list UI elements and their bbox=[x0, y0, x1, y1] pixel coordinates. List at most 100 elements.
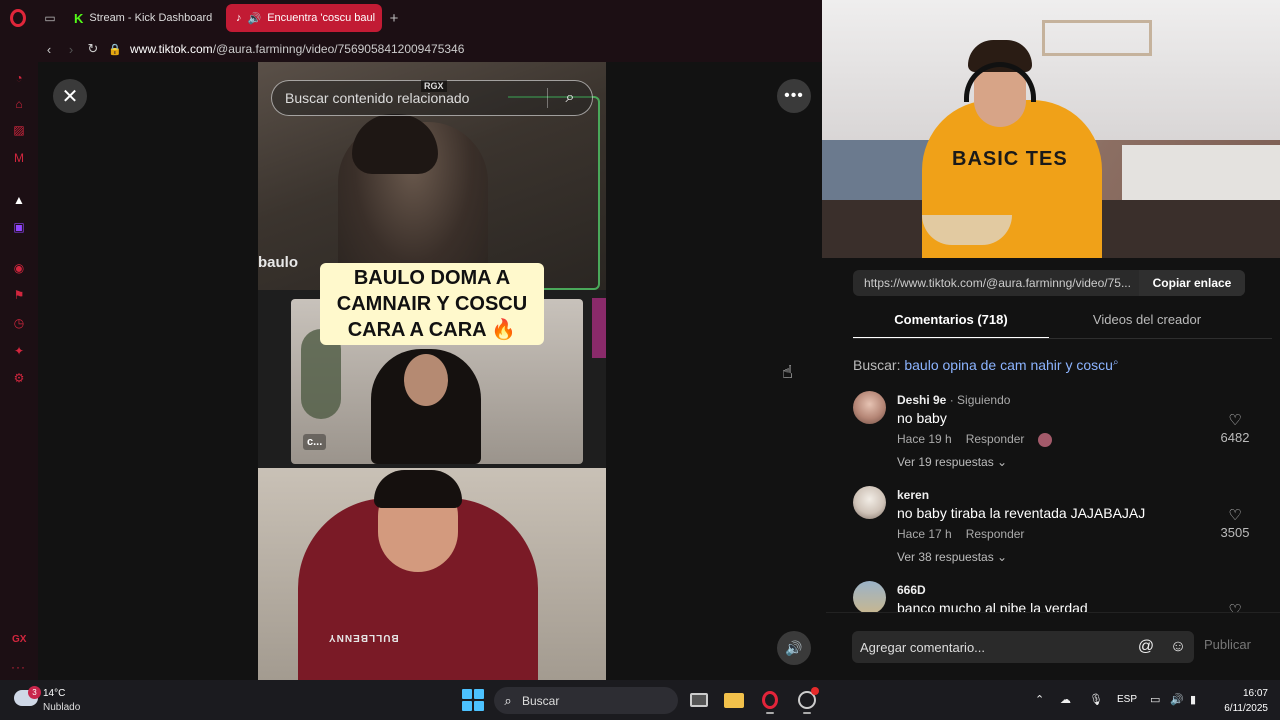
reload-icon[interactable]: ↻ bbox=[82, 41, 104, 57]
network-icon[interactable]: ▭ bbox=[1150, 693, 1160, 706]
heart-icon[interactable]: ♡ bbox=[1226, 506, 1244, 524]
comment-text: no baby tiraba la reventada JAJABAJAJ bbox=[897, 505, 1146, 521]
view-replies-link[interactable]: Ver 19 respuestas ⌄ bbox=[897, 455, 1007, 469]
aria-icon[interactable]: ▲ bbox=[11, 192, 27, 208]
browser-tab-bar: ▭ K Stream - Kick Dashboard ♪ 🔊 Encuentr… bbox=[0, 0, 822, 36]
tiktok-icon: ♪ bbox=[236, 12, 242, 24]
close-button[interactable]: ✕ bbox=[53, 79, 87, 113]
onedrive-icon[interactable]: ☁ bbox=[1060, 693, 1071, 706]
heart-icon[interactable]: ♡ bbox=[1226, 411, 1244, 429]
tab-creator-videos[interactable]: Videos del creador bbox=[1049, 312, 1245, 339]
tab-label: Stream - Kick Dashboard bbox=[89, 12, 213, 24]
like-count: 6482 bbox=[1220, 430, 1250, 445]
file-explorer-icon[interactable] bbox=[721, 688, 747, 712]
reply-link[interactable]: Responder bbox=[966, 527, 1025, 541]
copy-link-button[interactable]: Copiar enlace bbox=[1139, 270, 1245, 296]
bookmarks-icon[interactable]: ⚑ bbox=[11, 287, 27, 303]
related-search-input[interactable] bbox=[272, 90, 547, 106]
search-icon: ⌕ bbox=[504, 692, 512, 708]
webcam-overlay: BASIC TES bbox=[822, 0, 1280, 258]
windows-start-icon[interactable] bbox=[462, 689, 484, 711]
comment-meta: Hace 17 h Responder bbox=[897, 527, 1025, 541]
share-link-row: https://www.tiktok.com/@aura.farminng/vi… bbox=[853, 270, 1245, 296]
workspaces-icon[interactable]: ▭ bbox=[36, 0, 64, 36]
gx-label[interactable]: GX bbox=[12, 634, 26, 645]
hand-cursor-icon: ☝ bbox=[782, 362, 793, 382]
speaker-icon[interactable]: 🔊 bbox=[248, 12, 262, 25]
language-indicator[interactable]: ESP bbox=[1117, 694, 1137, 705]
heart-icon[interactable]: ♡ bbox=[1226, 601, 1244, 612]
tab-tiktok[interactable]: ♪ 🔊 Encuentra 'coscu baul bbox=[226, 4, 382, 32]
comment-meta: Hace 19 h Responder bbox=[897, 432, 1066, 447]
battery-icon[interactable]: ▮ bbox=[1190, 693, 1196, 706]
weather-badge: 3 bbox=[28, 686, 41, 699]
app-taskbar-icon[interactable] bbox=[794, 687, 820, 714]
comment-user[interactable]: keren bbox=[897, 488, 929, 502]
search-suggestion-query[interactable]: baulo opina de cam nahir y coscu bbox=[904, 357, 1113, 373]
taskbar-search[interactable]: ⌕ bbox=[494, 687, 678, 714]
history-icon[interactable]: ◷ bbox=[11, 315, 27, 331]
comment-input[interactable] bbox=[852, 639, 1130, 655]
new-tab-button[interactable]: + bbox=[382, 10, 406, 27]
video-caption: BAULO DOMA A CAMNAIR Y COSCU CARA A CARA… bbox=[320, 263, 544, 345]
extensions-icon[interactable]: ✦ bbox=[11, 343, 27, 359]
comment-input-box[interactable]: @ ☺ bbox=[852, 631, 1194, 663]
url-field[interactable]: www.tiktok.com/@aura.farminng/video/7569… bbox=[130, 42, 464, 56]
taskbar-search-input[interactable] bbox=[522, 693, 678, 708]
reply-link[interactable]: Responder bbox=[966, 432, 1025, 446]
tab-label: Encuentra 'coscu baul bbox=[267, 12, 376, 24]
gx-control-icon[interactable]: ⌂ bbox=[11, 96, 27, 112]
opera-menu-icon[interactable] bbox=[0, 0, 36, 36]
view-replies-link[interactable]: Ver 38 respuestas ⌄ bbox=[897, 550, 1007, 564]
like-count: 3505 bbox=[1220, 525, 1250, 540]
task-view-icon[interactable] bbox=[686, 688, 712, 712]
webcam-shirt-text: BASIC TES bbox=[952, 148, 1068, 170]
overlay-label-mid: c... bbox=[303, 434, 327, 450]
search-suggestion[interactable]: Buscar: baulo opina de cam nahir y coscu… bbox=[853, 357, 1119, 373]
share-link[interactable]: https://www.tiktok.com/@aura.farminng/vi… bbox=[853, 276, 1139, 290]
settings-icon[interactable]: ⚙ bbox=[11, 370, 27, 386]
volume-button[interactable]: 🔊 bbox=[777, 631, 811, 665]
opera-gx-taskbar-icon[interactable] bbox=[757, 688, 783, 714]
emoji-icon[interactable]: ☺ bbox=[1162, 638, 1194, 656]
search-icon[interactable]: ⌕ bbox=[548, 89, 592, 107]
publish-button[interactable]: Publicar bbox=[1204, 637, 1251, 652]
back-icon[interactable]: ‹ bbox=[38, 42, 60, 57]
screen: ▭ K Stream - Kick Dashboard ♪ 🔊 Encuentr… bbox=[0, 0, 1280, 720]
video-player[interactable]: baulo c... BULLBENNY bbox=[258, 62, 606, 680]
shirt-text: BULLBENNY bbox=[328, 632, 399, 643]
gx-cleaner-icon[interactable]: ▨ bbox=[11, 122, 27, 138]
microphone-icon[interactable]: 🎙 bbox=[1089, 693, 1103, 706]
tab-comments[interactable]: Comentarios (718) bbox=[853, 312, 1049, 339]
mention-icon[interactable]: @ bbox=[1130, 638, 1162, 656]
comment-user[interactable]: Deshi 9e · Siguiendo bbox=[897, 393, 1010, 407]
chevron-up-icon[interactable]: ⌃ bbox=[1035, 693, 1044, 706]
avatar[interactable] bbox=[853, 581, 886, 612]
clock[interactable]: 16:07 6/11/2025 bbox=[1210, 686, 1268, 716]
twitch-icon[interactable]: ▣ bbox=[11, 219, 27, 235]
browser-sidebar: ◔ ⌂ ▨ M ▲ ▣ ◉ ⚑ ◷ ✦ ⚙ GX ··· bbox=[0, 62, 38, 680]
player-icon[interactable]: ◉ bbox=[11, 260, 27, 276]
weather-widget[interactable]: 3 14°C Nublado bbox=[14, 686, 104, 716]
comment-text: banco mucho al pibe la verdad bbox=[897, 600, 1088, 612]
creator-liked-icon bbox=[1038, 432, 1053, 447]
clock-date: 6/11/2025 bbox=[1224, 703, 1268, 714]
avatar[interactable] bbox=[853, 391, 886, 424]
comment-user[interactable]: 666D bbox=[897, 583, 926, 597]
more-options-button[interactable]: ••• bbox=[777, 79, 811, 113]
speed-dial-icon[interactable]: ◔ bbox=[11, 70, 27, 86]
forward-icon[interactable]: › bbox=[60, 42, 82, 57]
messenger-icon[interactable]: M bbox=[11, 150, 27, 166]
weather-temp: 14°C bbox=[43, 688, 66, 699]
lock-icon[interactable]: 🔒 bbox=[104, 43, 126, 56]
more-icon[interactable]: ··· bbox=[11, 660, 26, 674]
search-icon: ⌕ bbox=[1112, 357, 1119, 368]
comment-text: no baby bbox=[897, 410, 947, 426]
avatar[interactable] bbox=[853, 486, 886, 519]
weather-desc: Nublado bbox=[43, 702, 81, 713]
tab-kick-dashboard[interactable]: K Stream - Kick Dashboard bbox=[64, 4, 224, 32]
overlay-label-top: baulo bbox=[258, 254, 298, 271]
clock-time: 16:07 bbox=[1242, 688, 1268, 699]
volume-icon[interactable]: 🔊 bbox=[1170, 693, 1184, 706]
video-frame-bottom bbox=[258, 468, 606, 680]
